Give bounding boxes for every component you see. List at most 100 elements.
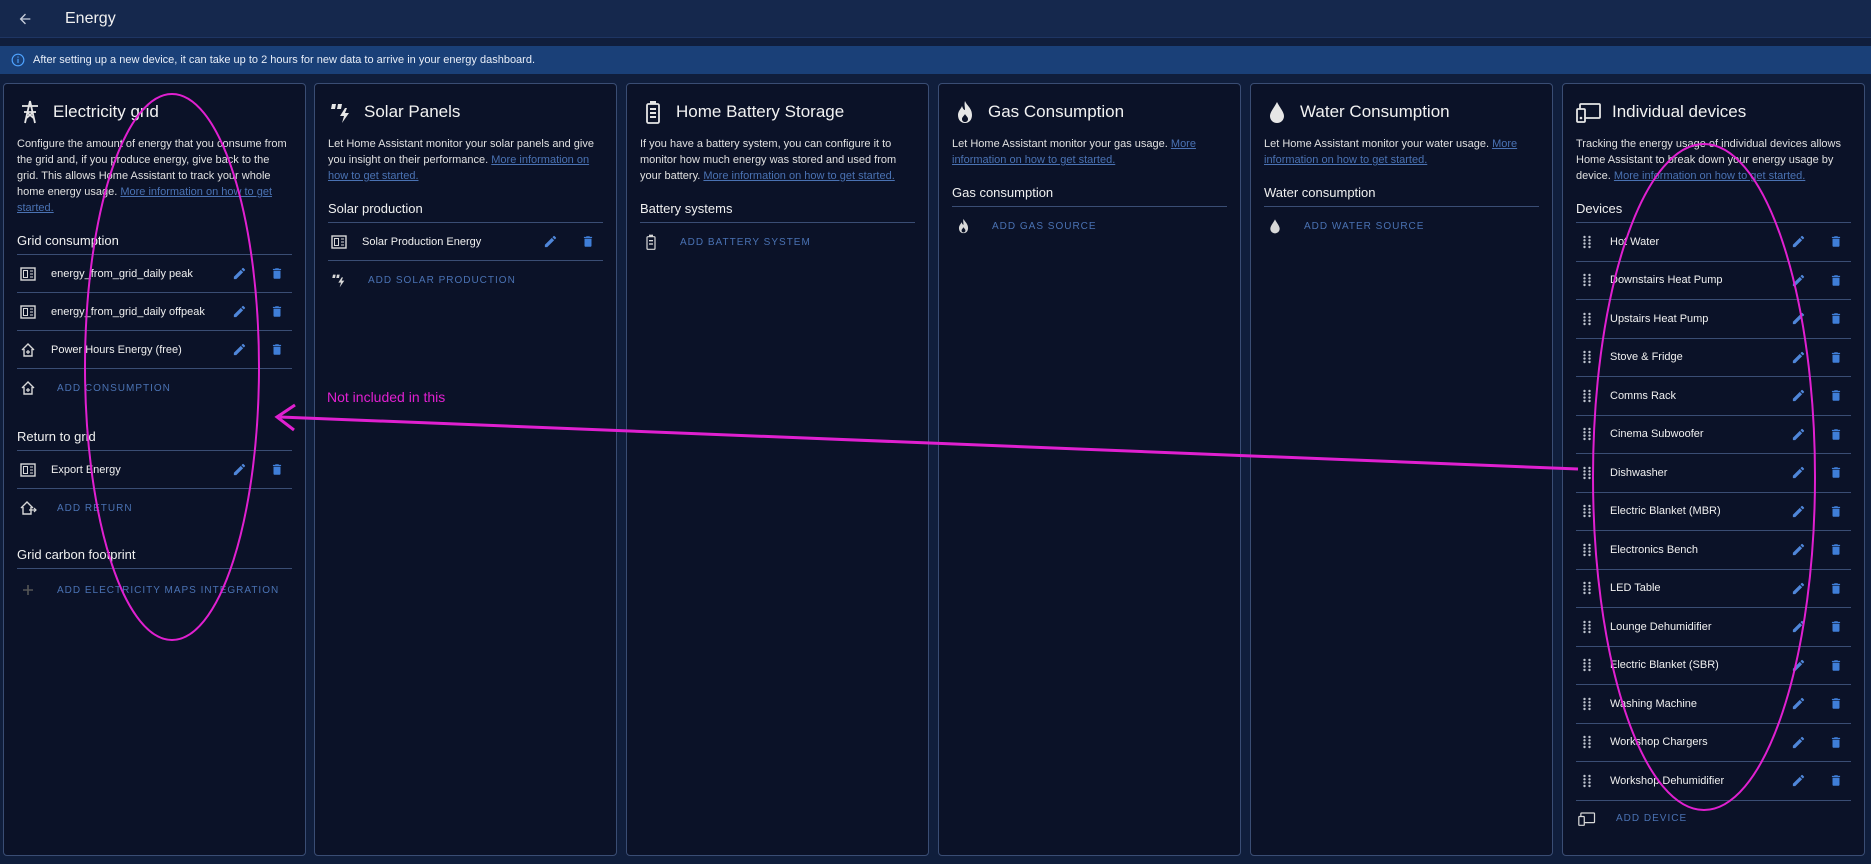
drag-handle-icon[interactable] xyxy=(1578,387,1596,405)
add-return-button[interactable]: ADD RETURN xyxy=(17,489,292,527)
back-arrow-icon[interactable] xyxy=(14,8,36,30)
delete-icon[interactable] xyxy=(1827,425,1845,443)
edit-icon[interactable] xyxy=(541,233,559,251)
edit-icon[interactable] xyxy=(1789,348,1807,366)
delete-icon[interactable] xyxy=(1827,695,1845,713)
grid-consumption-list: energy_from_grid_daily peak energy_from_g… xyxy=(17,255,292,369)
item-label: energy_from_grid_daily offpeak xyxy=(51,305,205,318)
edit-icon[interactable] xyxy=(230,461,248,479)
list-item: Solar Production Energy xyxy=(328,223,603,261)
drag-handle-icon[interactable] xyxy=(1578,656,1596,674)
drag-handle-icon[interactable] xyxy=(1578,695,1596,713)
more-info-link[interactable]: More information on how to get started. xyxy=(703,170,894,182)
delete-icon[interactable] xyxy=(1827,733,1845,751)
page-title: Energy xyxy=(65,9,116,27)
edit-icon[interactable] xyxy=(230,265,248,283)
edit-icon[interactable] xyxy=(1789,541,1807,559)
delete-icon[interactable] xyxy=(1827,579,1845,597)
delete-icon[interactable] xyxy=(1827,772,1845,790)
delete-icon[interactable] xyxy=(268,303,286,321)
delete-icon[interactable] xyxy=(1827,656,1845,674)
drag-handle-icon[interactable] xyxy=(1578,425,1596,443)
solar-panels-card: Solar Panels Let Home Assistant monitor … xyxy=(314,83,617,856)
drag-handle-icon[interactable] xyxy=(1578,464,1596,482)
edit-icon[interactable] xyxy=(1789,233,1807,251)
delete-icon[interactable] xyxy=(1827,502,1845,520)
item-label: energy_from_grid_daily peak xyxy=(51,267,193,280)
edit-icon[interactable] xyxy=(1789,502,1807,520)
solar-production-list: Solar Production Energy xyxy=(328,223,603,261)
card-description: Let Home Assistant monitor your solar pa… xyxy=(328,138,594,182)
add-consumption-button[interactable]: ADD CONSUMPTION xyxy=(17,369,292,407)
delete-icon[interactable] xyxy=(1827,310,1845,328)
fire-icon xyxy=(952,99,978,125)
item-label: Comms Rack xyxy=(1610,389,1677,402)
edit-icon[interactable] xyxy=(1789,579,1807,597)
edit-icon[interactable] xyxy=(1789,425,1807,443)
edit-icon[interactable] xyxy=(1789,387,1807,405)
card-description: Let Home Assistant monitor your gas usag… xyxy=(952,138,1196,166)
drag-handle-icon[interactable] xyxy=(1578,310,1596,328)
drag-handle-icon[interactable] xyxy=(1578,733,1596,751)
add-consumption-label: ADD CONSUMPTION xyxy=(57,382,171,394)
electricity-grid-card: Electricity grid Configure the amount of… xyxy=(3,83,306,856)
item-label: Hot Water xyxy=(1610,235,1660,248)
drag-handle-icon[interactable] xyxy=(1578,348,1596,366)
edit-icon[interactable] xyxy=(1789,772,1807,790)
delete-icon[interactable] xyxy=(1827,618,1845,636)
plus-icon xyxy=(19,581,37,599)
grid-carbon-heading: Grid carbon footprint xyxy=(17,547,292,569)
top-app-bar: Energy xyxy=(0,0,1871,38)
edit-icon[interactable] xyxy=(230,303,248,321)
edit-icon[interactable] xyxy=(1789,310,1807,328)
add-water-source-button[interactable]: ADD WATER SOURCE xyxy=(1264,207,1539,245)
edit-icon[interactable] xyxy=(1789,271,1807,289)
delete-icon[interactable] xyxy=(268,461,286,479)
water-drop-icon xyxy=(1264,99,1290,125)
item-label: Downstairs Heat Pump xyxy=(1610,274,1723,287)
drag-handle-icon[interactable] xyxy=(1578,271,1596,289)
drag-handle-icon[interactable] xyxy=(1578,772,1596,790)
add-electricity-maps-button[interactable]: ADD ELECTRICITY MAPS INTEGRATION xyxy=(17,569,292,611)
edit-icon[interactable] xyxy=(1789,695,1807,713)
card-title: Water Consumption xyxy=(1300,102,1450,121)
edit-icon[interactable] xyxy=(1789,464,1807,482)
water-consumption-heading: Water consumption xyxy=(1264,185,1539,207)
drag-handle-icon[interactable] xyxy=(1578,579,1596,597)
more-info-link[interactable]: More information on how to get started. xyxy=(1614,170,1805,182)
delete-icon[interactable] xyxy=(579,233,597,251)
item-label: Washing Machine xyxy=(1610,697,1698,710)
add-battery-system-button[interactable]: ADD BATTERY SYSTEM xyxy=(640,223,915,261)
delete-icon[interactable] xyxy=(268,265,286,283)
delete-icon[interactable] xyxy=(1827,387,1845,405)
delete-icon[interactable] xyxy=(1827,233,1845,251)
delete-icon[interactable] xyxy=(268,341,286,359)
meter-icon xyxy=(19,303,37,321)
edit-icon[interactable] xyxy=(1789,656,1807,674)
delete-icon[interactable] xyxy=(1827,541,1845,559)
delete-icon[interactable] xyxy=(1827,348,1845,366)
edit-icon[interactable] xyxy=(1789,733,1807,751)
edit-icon[interactable] xyxy=(230,341,248,359)
edit-icon[interactable] xyxy=(1789,618,1807,636)
drag-handle-icon[interactable] xyxy=(1578,502,1596,520)
list-item: Upstairs Heat Pump xyxy=(1576,300,1851,339)
list-item: Workshop Dehumidifier xyxy=(1576,762,1851,801)
devices-list: Hot Water Downstairs Heat Pump Upstairs He… xyxy=(1576,223,1851,801)
delete-icon[interactable] xyxy=(1827,271,1845,289)
add-solar-production-button[interactable]: ADD SOLAR PRODUCTION xyxy=(328,261,603,299)
add-device-button[interactable]: ADD DEVICE xyxy=(1576,801,1851,837)
list-item: LED Table xyxy=(1576,570,1851,608)
drag-handle-icon[interactable] xyxy=(1578,233,1596,251)
add-gas-source-button[interactable]: ADD GAS SOURCE xyxy=(952,207,1227,245)
devices-icon xyxy=(1576,99,1602,125)
delete-icon[interactable] xyxy=(1827,464,1845,482)
drag-handle-icon[interactable] xyxy=(1578,618,1596,636)
individual-devices-card: Individual devices Tracking the energy u… xyxy=(1562,83,1865,856)
list-item: Stove & Fridge xyxy=(1576,339,1851,377)
add-battery-label: ADD BATTERY SYSTEM xyxy=(680,236,811,248)
battery-icon xyxy=(642,233,660,251)
item-label: Workshop Dehumidifier xyxy=(1610,774,1725,787)
devices-heading: Devices xyxy=(1576,201,1851,223)
drag-handle-icon[interactable] xyxy=(1578,541,1596,559)
